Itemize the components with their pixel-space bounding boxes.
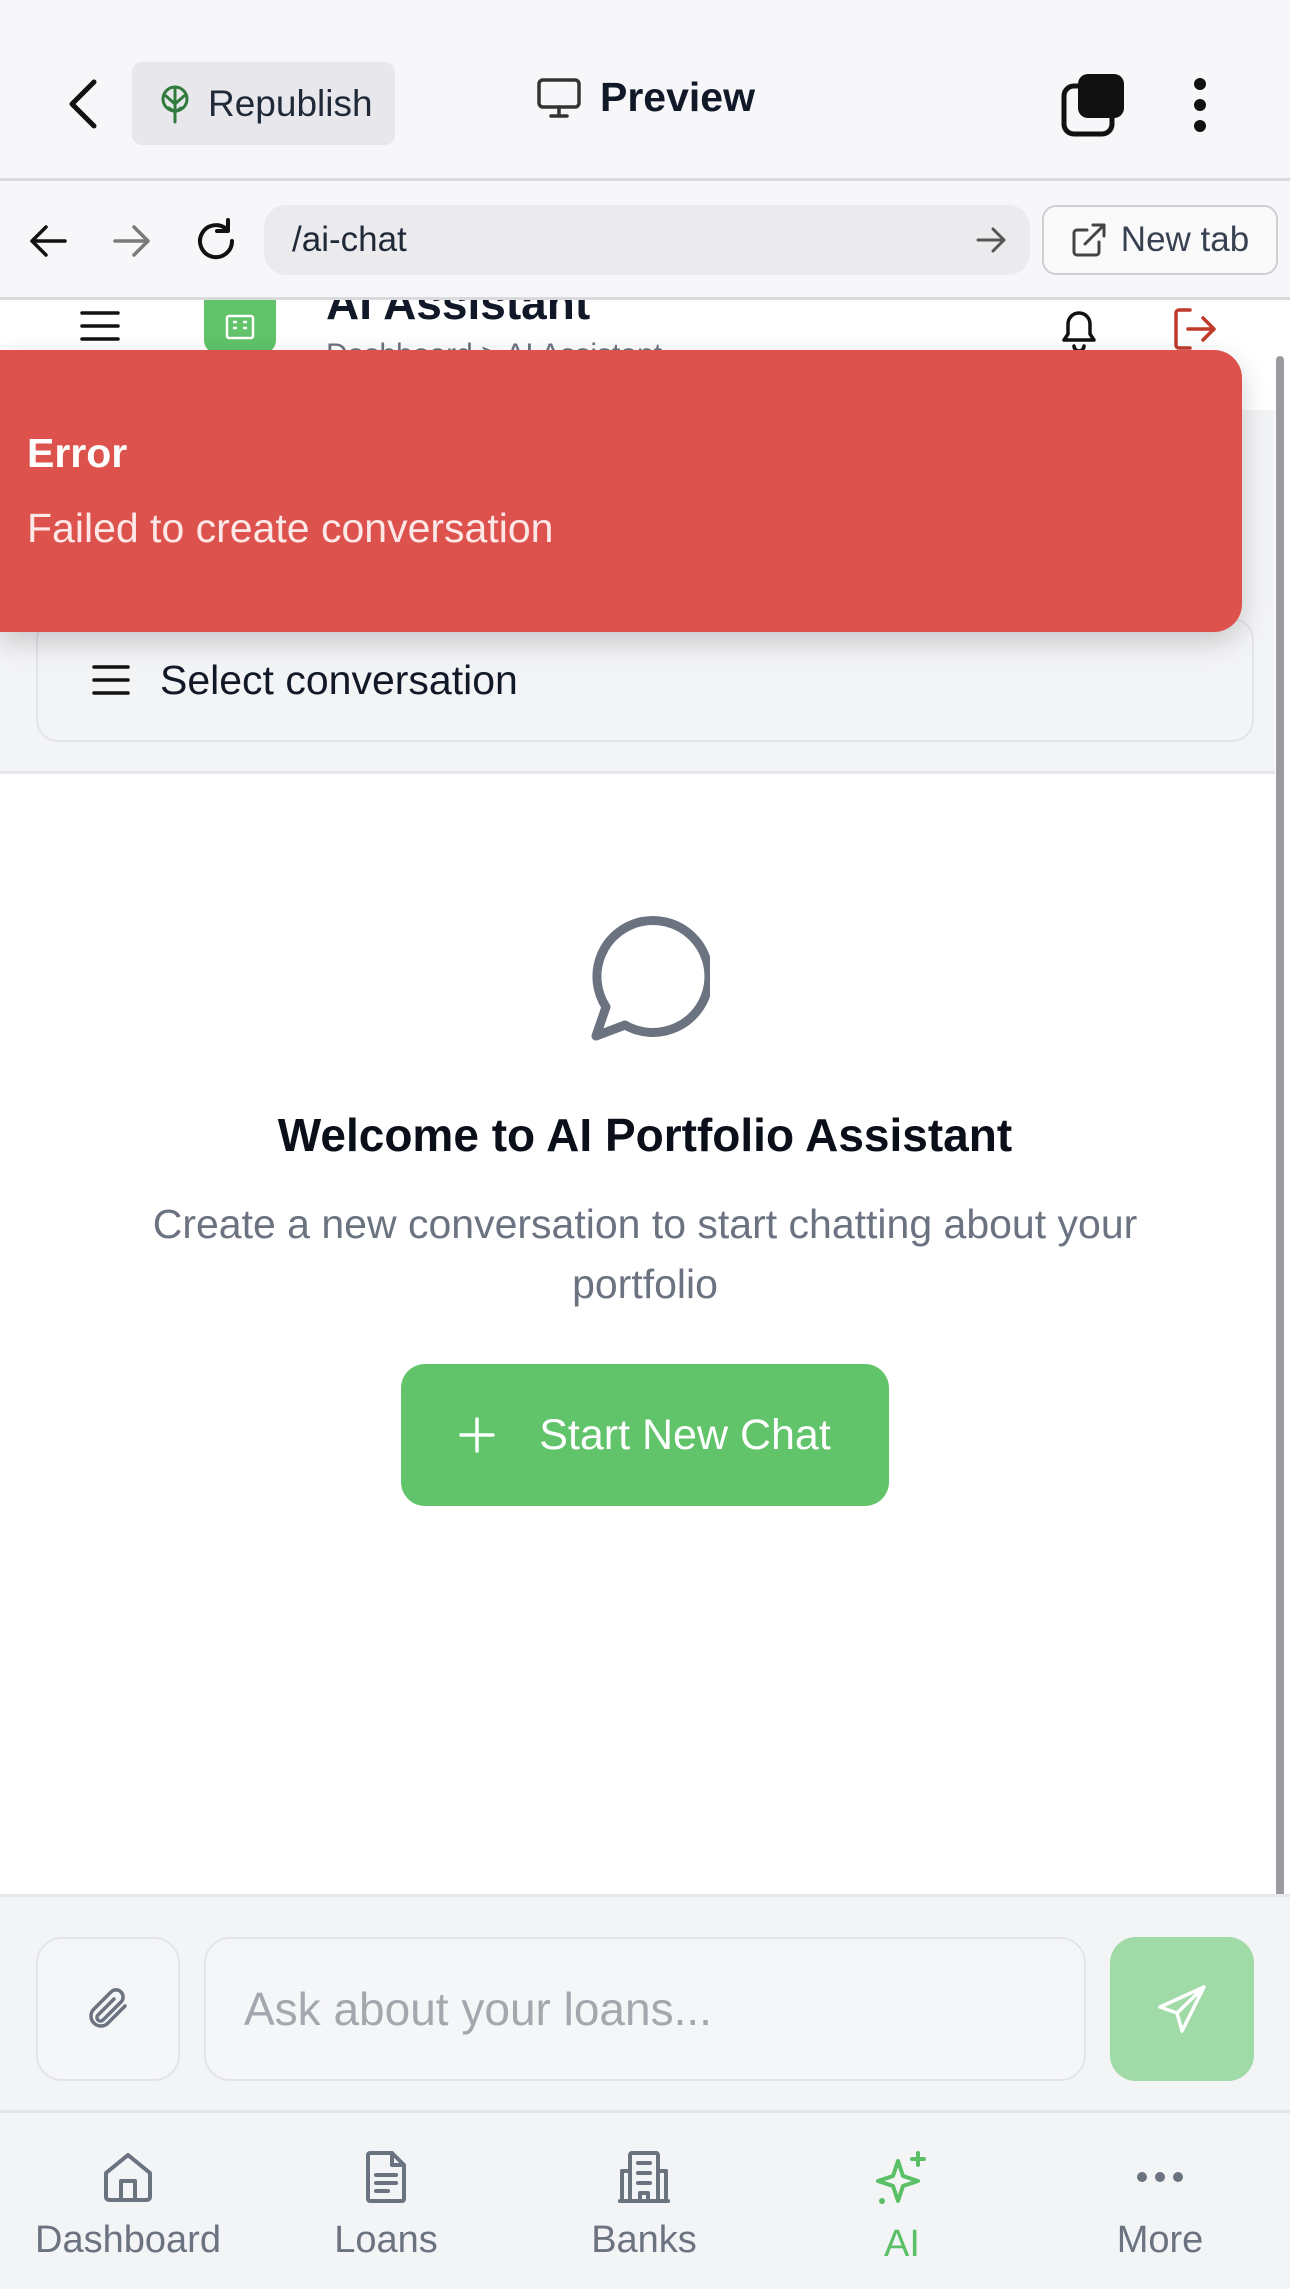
nav-item-dashboard[interactable]: Dashboard <box>18 2149 238 2262</box>
nav-label-loans: Loans <box>334 2219 438 2261</box>
toast-message: Failed to create conversation <box>27 505 554 551</box>
go-arrow-icon[interactable] <box>974 222 1010 258</box>
chat-main-area: Welcome to AI Portfolio Assistant Create… <box>0 774 1275 1894</box>
monitor-icon <box>537 77 581 118</box>
home-icon <box>104 2153 152 2202</box>
start-new-chat-button[interactable]: Start New Chat <box>401 1364 889 1506</box>
tabs-switcher-button[interactable] <box>1060 72 1126 138</box>
error-toast[interactable]: Error Failed to create conversation <box>0 350 1242 632</box>
external-link-icon <box>1072 223 1106 257</box>
browser-bar: /ai-chat New tab <box>0 181 1290 300</box>
reload-button[interactable] <box>188 213 244 269</box>
arrow-left-icon <box>30 225 67 257</box>
document-icon <box>366 2151 406 2203</box>
attach-button[interactable] <box>36 1937 180 2081</box>
send-button[interactable] <box>1110 1937 1254 2081</box>
arrow-right-icon <box>113 225 150 257</box>
nav-label-more: More <box>1116 2219 1204 2261</box>
republish-button[interactable]: Republish <box>132 62 395 145</box>
message-input[interactable] <box>204 1937 1086 2081</box>
nav-item-banks[interactable]: Banks <box>534 2149 754 2262</box>
nav-item-ai[interactable]: AI <box>792 2149 1012 2266</box>
select-conversation-button[interactable]: Select conversation <box>36 618 1254 742</box>
tabs-icon <box>1061 74 1124 137</box>
welcome-subtitle: Create a new conversation to start chatt… <box>152 1201 1138 1307</box>
browser-back-button[interactable] <box>20 213 76 269</box>
nav-label-banks: Banks <box>591 2219 697 2261</box>
nav-label-dashboard: Dashboard <box>35 2219 221 2261</box>
sparkles-icon <box>876 2151 926 2204</box>
message-composer <box>0 1894 1290 2110</box>
logout-icon <box>1174 308 1216 350</box>
browser-forward-button[interactable] <box>104 213 160 269</box>
globe-tree-icon <box>161 85 189 123</box>
back-button[interactable] <box>52 72 116 136</box>
bottom-navigation: Dashboard Loans Banks AI More <box>0 2110 1290 2289</box>
preview-toggle[interactable]: Preview <box>536 74 755 121</box>
app-title: AI Assistant <box>326 300 591 329</box>
app-menu-button[interactable] <box>80 310 120 347</box>
building-icon <box>618 2151 670 2203</box>
plus-icon <box>459 1417 495 1453</box>
chevron-left-icon <box>69 79 97 129</box>
toast-title: Error <box>27 430 128 476</box>
top-app-bar: Republish Preview <box>0 0 1290 181</box>
new-tab-label: New tab <box>1120 220 1250 259</box>
kebab-menu-icon <box>1194 78 1206 132</box>
hamburger-icon <box>80 311 120 341</box>
new-tab-button[interactable]: New tab <box>1042 205 1278 275</box>
bell-icon <box>1062 311 1096 353</box>
list-menu-icon <box>92 665 130 695</box>
url-bar[interactable]: /ai-chat <box>264 205 1030 275</box>
paperclip-icon <box>89 1988 127 2028</box>
more-menu-button[interactable] <box>1180 72 1220 138</box>
nav-label-ai: AI <box>884 2223 920 2265</box>
scrollbar-thumb[interactable] <box>1276 356 1284 1911</box>
nav-item-loans[interactable]: Loans <box>276 2149 496 2262</box>
more-dots-icon <box>1137 2172 1183 2182</box>
nav-item-more[interactable]: More <box>1050 2149 1270 2262</box>
start-new-chat-label: Start New Chat <box>539 1410 831 1459</box>
send-icon <box>1158 1985 1206 2033</box>
preview-label: Preview <box>600 74 755 120</box>
select-conversation-label: Select conversation <box>160 656 518 703</box>
welcome-title: Welcome to AI Portfolio Assistant <box>277 1109 1013 1161</box>
app-logo <box>204 300 276 354</box>
building-logo-icon <box>225 314 255 340</box>
chat-bubble-icon <box>591 916 710 1041</box>
url-text: /ai-chat <box>292 220 407 259</box>
republish-label: Republish <box>208 82 373 124</box>
reload-icon <box>198 218 235 260</box>
